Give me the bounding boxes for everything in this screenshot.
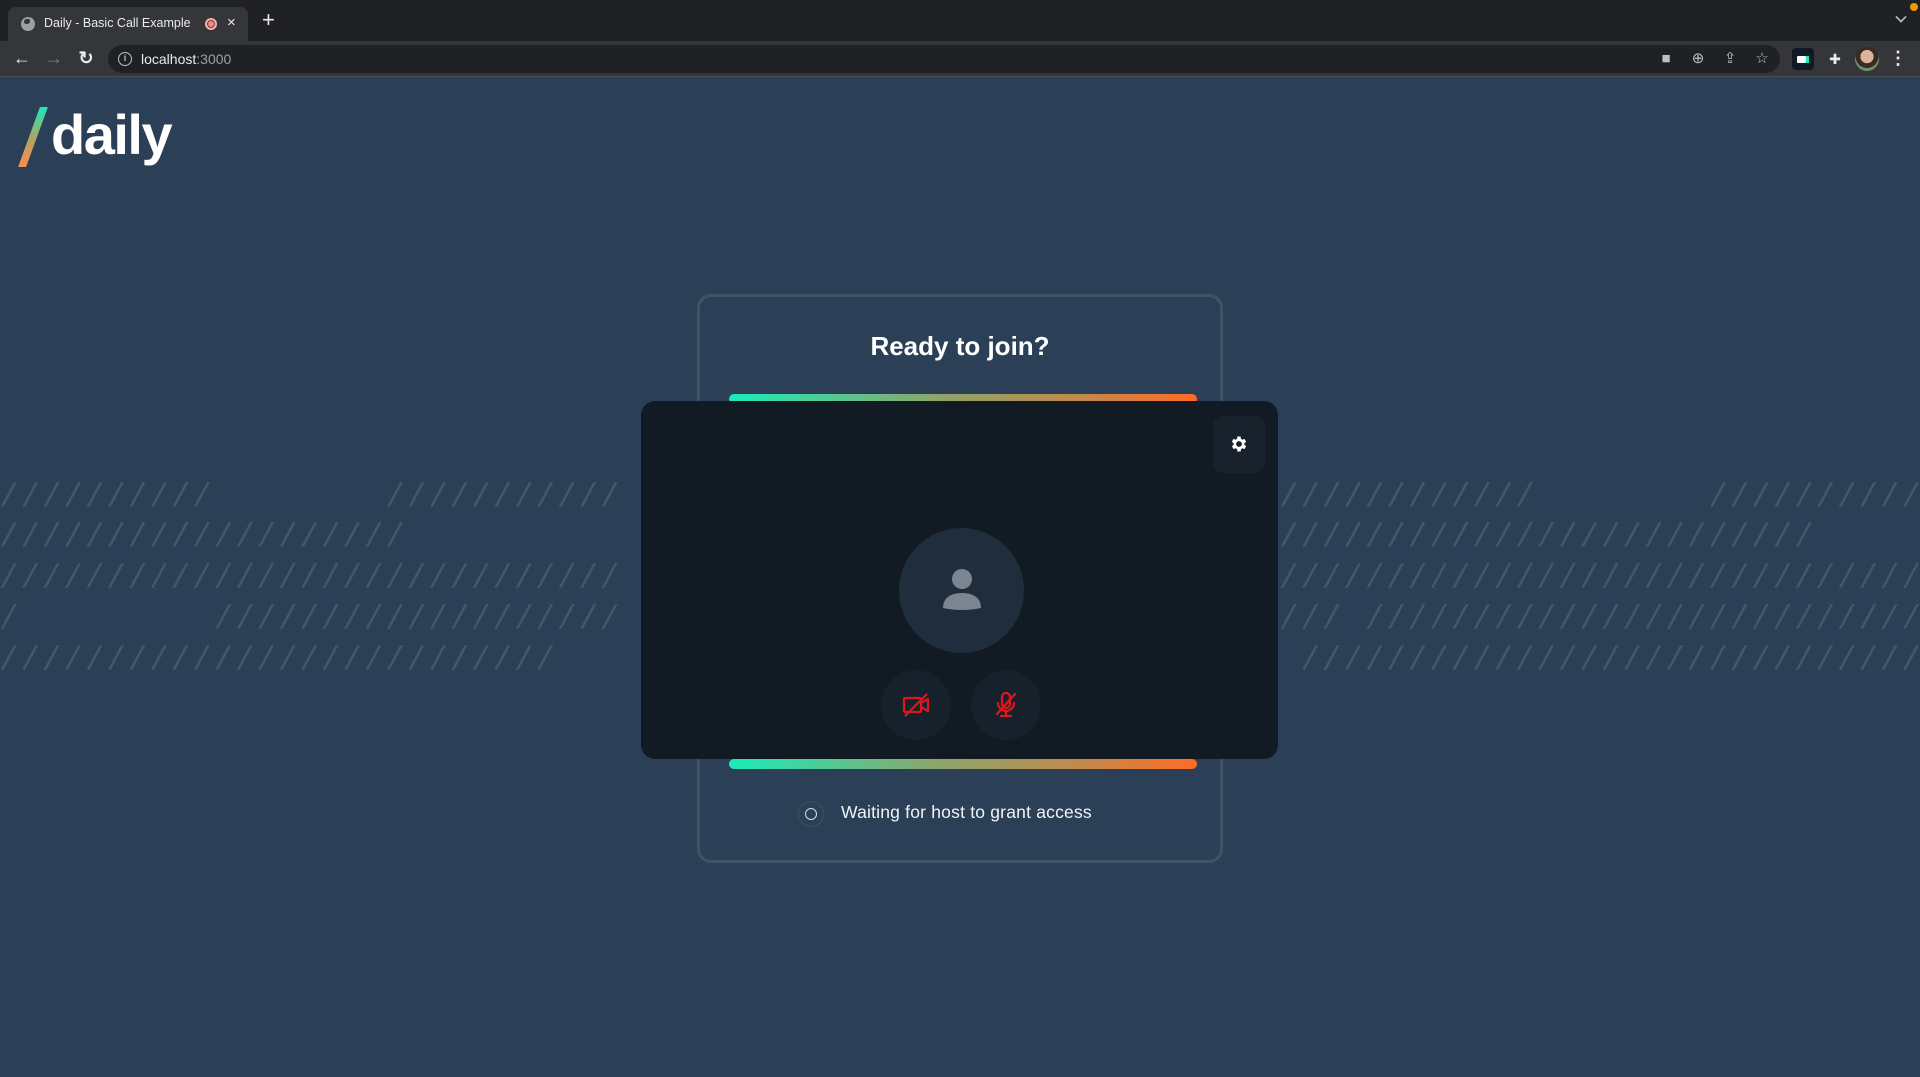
browser-tab-strip: Daily - Basic Call Example × +	[0, 0, 1920, 41]
pattern-row: ///////////////////////// ////////	[1279, 521, 1818, 549]
video-preview	[641, 401, 1278, 759]
toggle-camera-button[interactable]	[881, 670, 951, 740]
pattern-row: ////////// ///////////////////	[0, 481, 621, 509]
pattern-row: ////////////////////////////////////////…	[1300, 644, 1920, 672]
url-text[interactable]: localhost:3000	[141, 51, 231, 67]
profile-avatar[interactable]	[1855, 47, 1879, 71]
puzzle-extensions-icon[interactable]: ✚	[1824, 48, 1846, 70]
microphone-off-icon	[995, 691, 1017, 718]
daily-extension-icon[interactable]	[1792, 48, 1814, 70]
loading-spinner-icon	[798, 801, 824, 827]
recording-dot-icon	[205, 18, 217, 30]
camera-icon[interactable]: ■	[1657, 50, 1675, 68]
bookmark-star-icon[interactable]: ☆	[1753, 50, 1771, 68]
user-icon	[943, 569, 981, 610]
url-port: :3000	[196, 51, 232, 67]
settings-button[interactable]	[1213, 416, 1265, 473]
site-info-icon[interactable]: i	[118, 52, 132, 66]
new-tab-button[interactable]: +	[262, 8, 275, 32]
toggle-microphone-button[interactable]	[971, 670, 1041, 740]
back-button[interactable]: ←	[10, 46, 34, 70]
globe-icon	[21, 17, 35, 31]
pattern-row: //////////// /////////////////////	[1279, 481, 1920, 509]
reload-button[interactable]: ↻	[74, 46, 98, 70]
browser-tab[interactable]: Daily - Basic Call Example ×	[8, 7, 248, 41]
pattern-row: ////////////////////////////////////////…	[1279, 562, 1920, 590]
zoom-in-icon[interactable]: ⊕	[1689, 50, 1707, 68]
forward-button[interactable]: →	[42, 46, 66, 70]
prejoin-title: Ready to join?	[870, 331, 1050, 361]
logo-slash-icon	[18, 107, 48, 167]
status-text: Waiting for host to grant access	[841, 802, 1092, 822]
pattern-row: ///////////////////	[0, 521, 410, 549]
pattern-row: /// ////////////////////////////////////…	[1279, 603, 1920, 631]
pattern-row: / /////////////////////////////	[0, 603, 621, 631]
url-host: localhost	[141, 51, 197, 67]
browser-menu-icon[interactable]: ⋮	[1886, 46, 1910, 70]
daily-logo: daily	[18, 103, 176, 167]
pattern-row: //////////////////////////	[0, 644, 560, 672]
tab-title: Daily - Basic Call Example	[44, 16, 191, 30]
camera-off-icon	[902, 693, 930, 717]
gradient-accent-bar-bottom	[729, 759, 1197, 769]
participant-avatar	[899, 528, 1024, 653]
close-tab-button[interactable]: ×	[227, 13, 236, 33]
logo-text: daily	[51, 103, 173, 166]
pattern-row: /////////////////////////////////////	[0, 562, 621, 590]
page: daily ////////// /////////////////// ///…	[0, 77, 1920, 1077]
share-icon[interactable]: ⇪	[1721, 50, 1739, 68]
settings-gear-icon	[1231, 436, 1247, 452]
address-bar[interactable]: i localhost:3000 ■ ⊕ ⇪ ☆	[108, 45, 1780, 73]
notification-dot	[1910, 3, 1918, 11]
browser-toolbar: ← → ↻ i localhost:3000 ■ ⊕ ⇪ ☆ ✚ ⋮	[0, 41, 1920, 77]
tab-search-chevron-icon[interactable]	[1895, 11, 1907, 23]
